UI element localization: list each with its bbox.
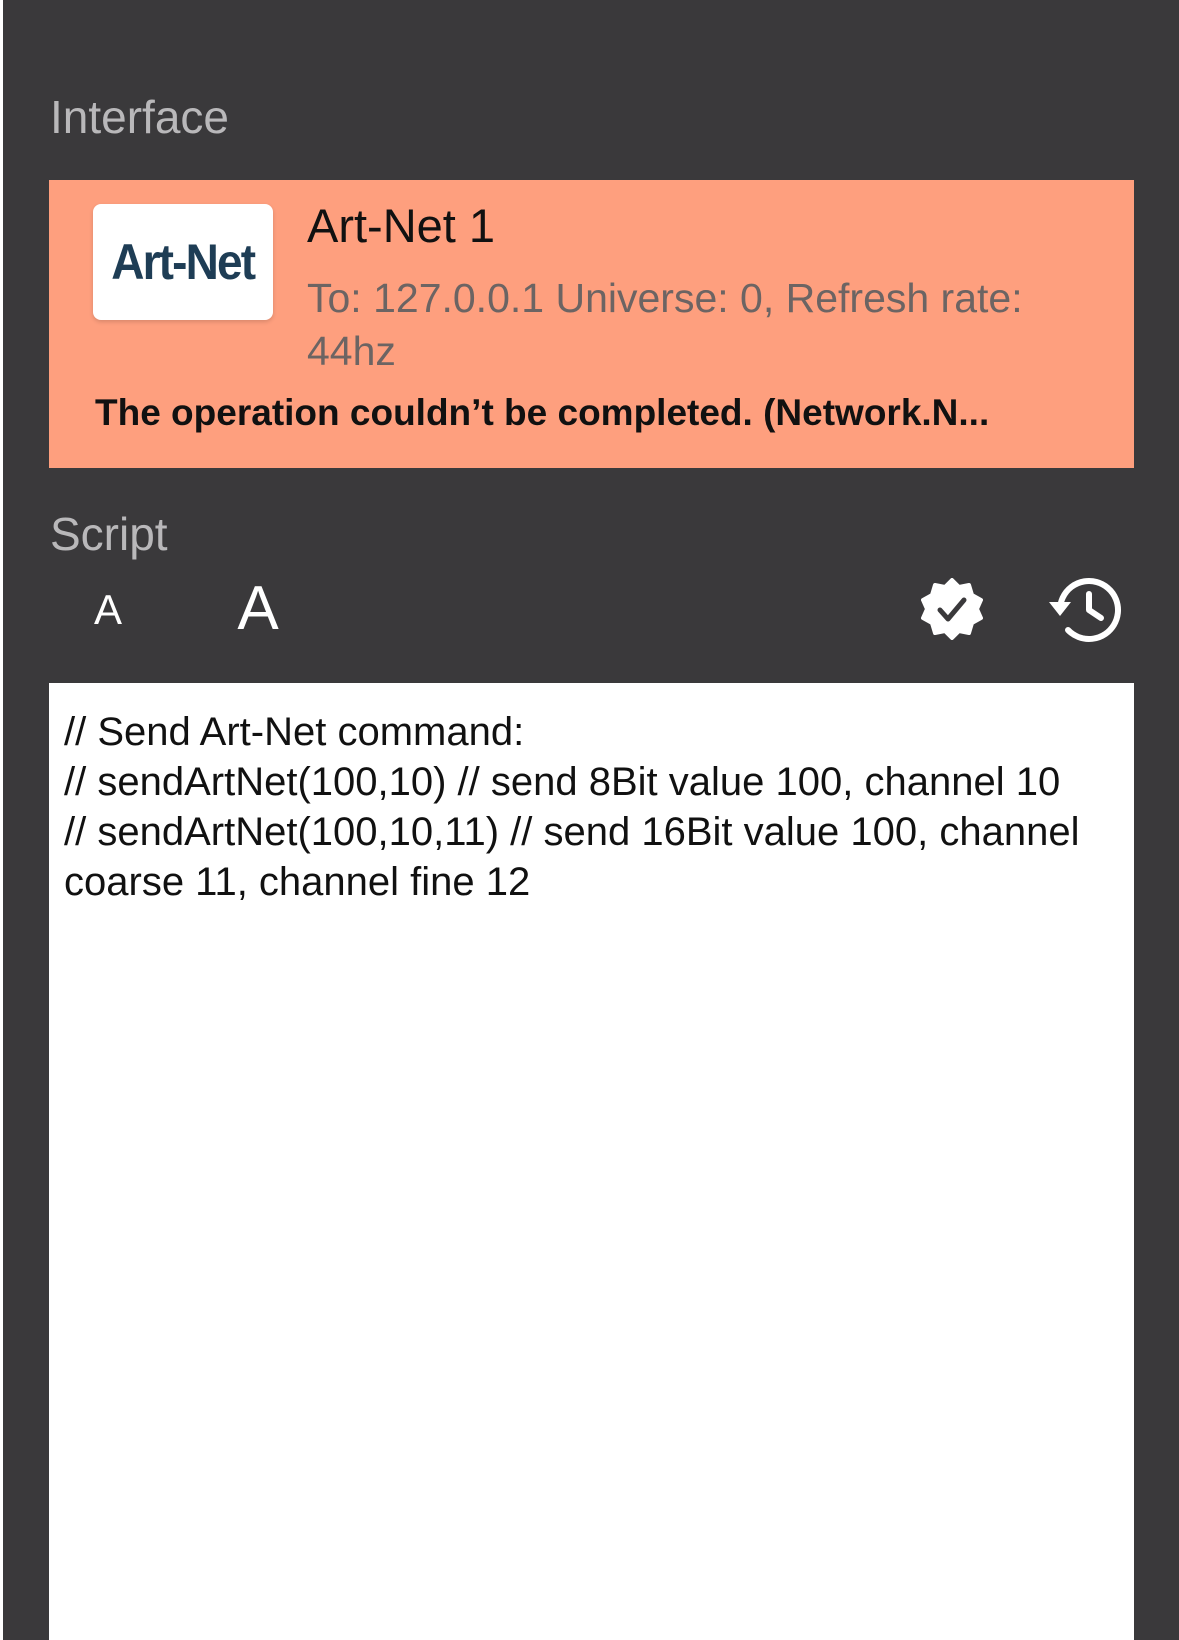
settings-panel: Interface Art-Net Art-Net 1 To: 127.0.0.… xyxy=(3,0,1179,1640)
validate-script-button[interactable] xyxy=(921,578,983,640)
art-net-logo-text: Art-Net xyxy=(111,234,256,290)
script-history-button[interactable] xyxy=(1047,572,1127,648)
interface-detail: To: 127.0.0.1 Universe: 0, Refresh rate:… xyxy=(307,275,1023,374)
checkmark-seal-icon xyxy=(921,578,983,640)
script-editor[interactable]: // Send Art-Net command: // sendArtNet(1… xyxy=(49,683,1134,1640)
decrease-font-size-button[interactable]: A xyxy=(83,582,133,638)
interface-section-title: Interface xyxy=(50,91,229,143)
script-section-title: Script xyxy=(50,508,168,560)
increase-font-size-button[interactable]: A xyxy=(225,572,291,646)
interface-name: Art-Net 1 xyxy=(307,199,496,252)
history-clock-icon xyxy=(1049,578,1121,642)
interface-card-art-net[interactable]: Art-Net Art-Net 1 To: 127.0.0.1 Universe… xyxy=(49,180,1134,468)
art-net-logo: Art-Net xyxy=(93,204,273,320)
interface-error-message: The operation couldn’t be completed. (Ne… xyxy=(95,392,990,433)
